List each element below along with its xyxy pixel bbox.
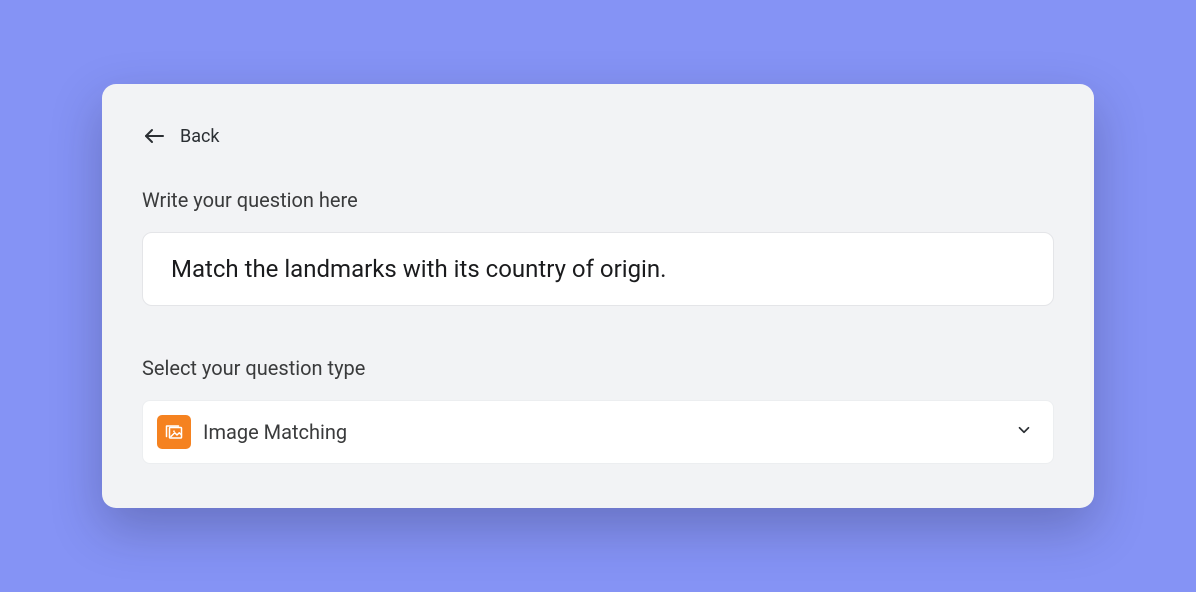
question-editor-card: Back Write your question here Select you… xyxy=(102,84,1094,508)
question-input[interactable] xyxy=(142,232,1054,306)
arrow-left-icon xyxy=(142,124,166,148)
question-type-select[interactable]: Image Matching xyxy=(142,400,1054,464)
image-matching-icon xyxy=(157,415,191,449)
back-label: Back xyxy=(180,126,220,147)
back-button[interactable]: Back xyxy=(142,124,220,148)
question-type-selected-label: Image Matching xyxy=(203,420,1015,444)
question-field-label: Write your question here xyxy=(142,188,1054,212)
chevron-down-icon xyxy=(1015,421,1033,443)
question-type-label: Select your question type xyxy=(142,356,1054,380)
